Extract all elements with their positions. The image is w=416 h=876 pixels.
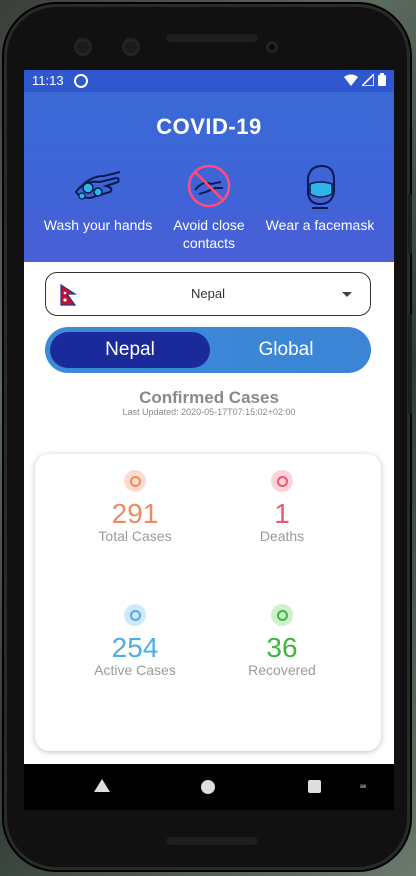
tip-facemask: Wear a facemask xyxy=(260,162,380,234)
facemask-icon xyxy=(292,162,348,210)
last-updated: Last Updated: 2020-05-17T07:15:02+02:00 xyxy=(122,407,296,417)
selected-country: Nepal xyxy=(191,286,225,301)
proximity-sensor xyxy=(266,41,278,53)
app-screen: 11:13 COVID-19 Wash your hands Avoid clo… xyxy=(24,70,394,810)
hand-wash-icon xyxy=(70,162,126,210)
app-title: COVID-19 xyxy=(156,114,262,139)
keyboard-icon[interactable]: ⌨ xyxy=(360,782,366,793)
toggle-global[interactable]: Global xyxy=(206,332,366,368)
stat-value: 36 xyxy=(266,632,298,663)
status-icons xyxy=(344,71,386,89)
stat-label: Deaths xyxy=(259,528,305,544)
power-button xyxy=(408,194,412,254)
confirmed-cases-title: Confirmed Cases xyxy=(139,388,279,407)
tip-wash-hands: Wash your hands xyxy=(38,162,158,234)
stat-value: 254 xyxy=(111,632,159,663)
scope-toggle: Nepal Global xyxy=(45,327,371,373)
front-camera xyxy=(74,38,92,56)
stat-label: Total Cases xyxy=(98,528,172,544)
volume-button xyxy=(408,314,412,414)
wifi-icon xyxy=(344,74,358,89)
system-nav-bar: ⌨ xyxy=(24,764,394,810)
deaths-dot-icon xyxy=(271,470,293,492)
stat-value: 1 xyxy=(274,498,290,529)
earpiece xyxy=(166,34,258,42)
front-sensor xyxy=(122,38,140,56)
tip-label: Wash your hands xyxy=(43,217,153,233)
battery-icon xyxy=(378,73,386,89)
status-bar: 11:13 xyxy=(24,70,394,92)
total-cases-dot-icon xyxy=(124,470,146,492)
stats-card: 291 Total Cases 1 Deaths 254 Active Case… xyxy=(35,454,381,751)
stat-value: 291 xyxy=(111,498,159,529)
home-icon[interactable] xyxy=(201,780,215,794)
active-cases-dot-icon xyxy=(124,604,146,626)
stat-label: Recovered xyxy=(248,662,316,678)
signal-icon xyxy=(360,71,375,89)
stat-deaths: 1 Deaths xyxy=(207,470,357,544)
toggle-nepal[interactable]: Nepal xyxy=(50,332,210,368)
tip-label: Avoid close contacts xyxy=(173,217,245,251)
stat-total-cases: 291 Total Cases xyxy=(60,470,210,544)
country-dropdown[interactable]: Nepal xyxy=(45,272,371,316)
bottom-speaker xyxy=(166,837,258,845)
no-handshake-icon xyxy=(181,162,237,210)
tip-label: Wear a facemask xyxy=(265,217,375,233)
chevron-down-icon xyxy=(342,292,352,297)
recovered-dot-icon xyxy=(271,604,293,626)
stat-recovered: 36 Recovered xyxy=(207,604,357,678)
sync-icon xyxy=(74,74,88,88)
stat-label: Active Cases xyxy=(94,662,176,678)
status-time: 11:13 xyxy=(32,73,64,88)
recents-icon[interactable] xyxy=(308,780,321,793)
back-icon[interactable] xyxy=(94,779,110,792)
tip-avoid-contacts: Avoid close contacts xyxy=(149,162,269,252)
app-header: COVID-19 Wash your hands Avoid close con… xyxy=(24,92,394,262)
stat-active-cases: 254 Active Cases xyxy=(60,604,210,678)
